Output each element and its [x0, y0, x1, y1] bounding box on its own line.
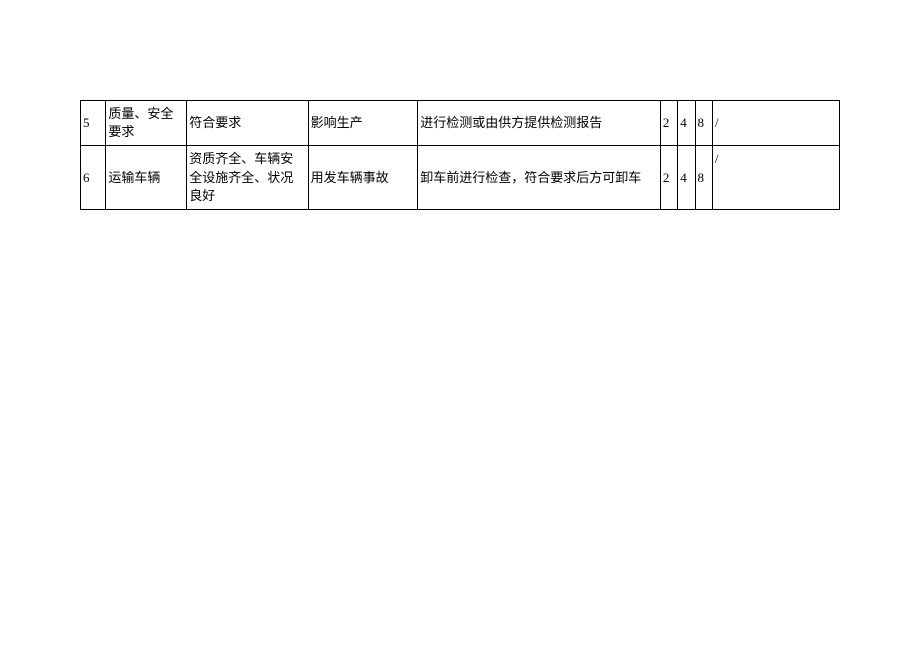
data-table: 5 质量、安全要求 符合要求 影响生产 进行检测或由供方提供检测报告 2 4 8… — [80, 100, 840, 210]
table-row: 6 运输车辆 资质齐全、车辆安全设施齐全、状况良好 用发车辆事故 卸车前进行检查… — [81, 146, 840, 210]
cell-score1: 2 — [660, 101, 677, 146]
cell-requirement: 符合要求 — [187, 101, 308, 146]
table-row: 5 质量、安全要求 符合要求 影响生产 进行检测或由供方提供检测报告 2 4 8… — [81, 101, 840, 146]
cell-num: 5 — [81, 101, 106, 146]
cell-measure: 卸车前进行检查，符合要求后方可卸车 — [418, 146, 661, 210]
cell-score3: 8 — [695, 101, 712, 146]
cell-score2: 4 — [678, 101, 695, 146]
cell-requirement: 资质齐全、车辆安全设施齐全、状况良好 — [187, 146, 308, 210]
cell-score2: 4 — [678, 146, 695, 210]
cell-item: 运输车辆 — [106, 146, 187, 210]
cell-score3: 8 — [695, 146, 712, 210]
cell-item: 质量、安全要求 — [106, 101, 187, 146]
cell-result: / — [712, 101, 839, 146]
cell-risk: 影响生产 — [308, 101, 418, 146]
cell-score1: 2 — [660, 146, 677, 210]
cell-risk: 用发车辆事故 — [308, 146, 418, 210]
cell-measure: 进行检测或由供方提供检测报告 — [418, 101, 661, 146]
cell-result: / — [712, 146, 839, 210]
cell-num: 6 — [81, 146, 106, 210]
